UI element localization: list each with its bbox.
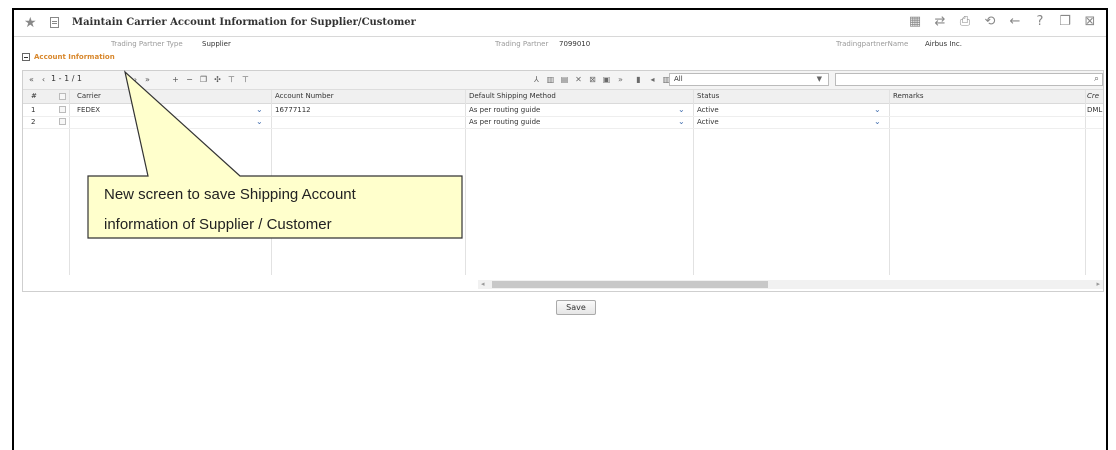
callout-line-1: New screen to save Shipping Account xyxy=(104,186,356,203)
callout-line-2: information of Supplier / Customer xyxy=(104,216,332,233)
callout-note: New screen to save Shipping Account info… xyxy=(92,180,460,242)
